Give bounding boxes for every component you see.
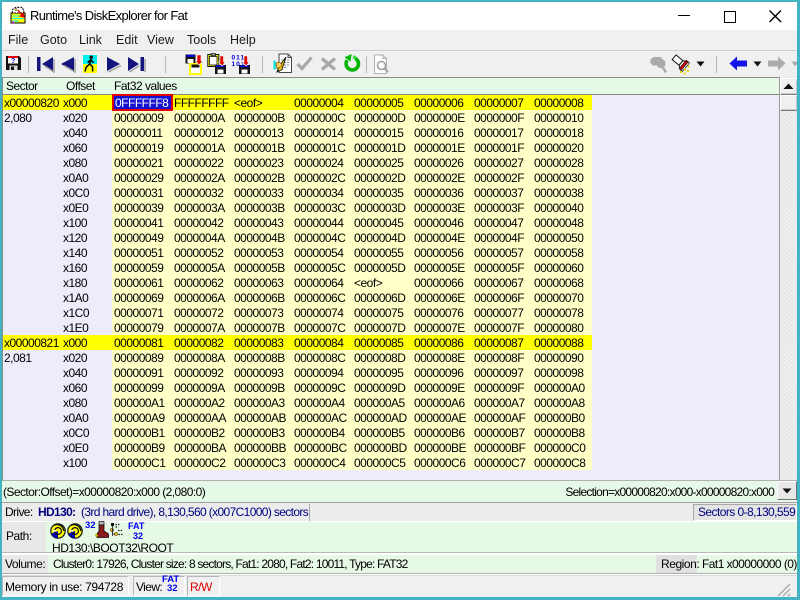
svg-text:?: ? — [11, 58, 15, 65]
